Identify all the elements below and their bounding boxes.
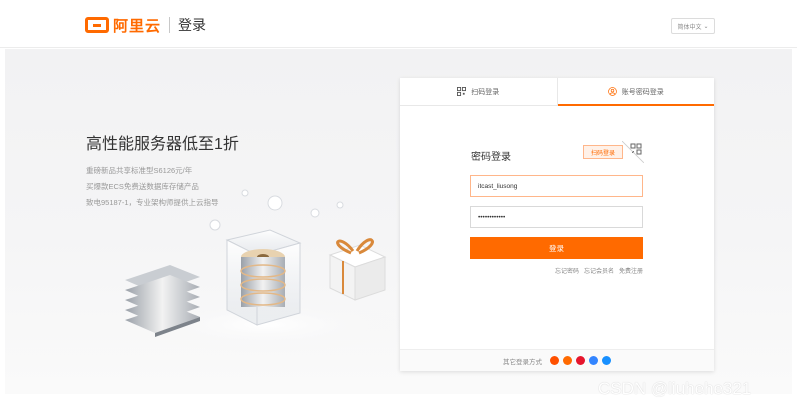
qr-switch-icon[interactable] [622, 141, 644, 163]
promo-headline: 高性能服务器低至1折 [86, 136, 239, 153]
logo-divider [169, 17, 171, 33]
register-link[interactable]: 免费注册 [619, 266, 643, 275]
qr-code-icon [457, 87, 467, 96]
watermark: CSDN @liuhehe321 [598, 379, 752, 398]
server-illustration [125, 189, 405, 353]
logo-text: 阿里云 [113, 17, 162, 35]
other-login-methods: 其它登录方式 [400, 349, 714, 371]
gift-box [328, 238, 387, 301]
qr-login-tip[interactable]: 扫码登录 [583, 145, 623, 159]
page-title: 登录 [178, 17, 207, 33]
language-label: 简体中文 [677, 24, 702, 31]
form-title: 密码登录 [471, 152, 511, 163]
password-input[interactable]: •••••••••••• [470, 206, 643, 228]
login-panel: 扫码登录 账号密码登录 密码登录 扫码登录 itcast_liusong •••… [400, 78, 714, 371]
baidu-icon[interactable] [589, 356, 598, 365]
top-bar: 阿里云 登录 简体中文 ⌄ [0, 0, 797, 48]
user-icon [607, 87, 617, 96]
chevron-down-icon: ⌄ [703, 23, 709, 30]
promo-line: 重磅新品共享标准型S6126元/年 [86, 166, 193, 175]
forgot-member-name-link[interactable]: 忘记会员名 [584, 266, 614, 275]
tab-label: 账号密码登录 [621, 88, 664, 96]
forgot-password-link[interactable]: 忘记密码 [555, 266, 579, 275]
tab-qr-login[interactable]: 扫码登录 [400, 78, 557, 105]
tab-password-login[interactable]: 账号密码登录 [556, 78, 715, 106]
login-button[interactable]: 登录 [470, 237, 643, 259]
aliyun-logo-icon [85, 17, 109, 33]
language-select[interactable]: 简体中文 ⌄ [671, 18, 715, 34]
username-input[interactable]: itcast_liusong [470, 175, 643, 197]
help-links: 忘记密码 忘记会员名 免费注册 [550, 266, 643, 275]
tab-label: 扫码登录 [471, 88, 500, 96]
alipay-icon[interactable] [563, 356, 572, 365]
glass-cube [225, 229, 302, 326]
weibo-icon[interactable] [576, 356, 585, 365]
login-tabs: 扫码登录 账号密码登录 [400, 78, 714, 106]
aliyun-logo[interactable]: 阿里云 登录 [85, 14, 206, 36]
taobao-icon[interactable] [550, 356, 559, 365]
other-login-label: 其它登录方式 [503, 358, 542, 366]
dingtalk-icon[interactable] [602, 356, 611, 365]
